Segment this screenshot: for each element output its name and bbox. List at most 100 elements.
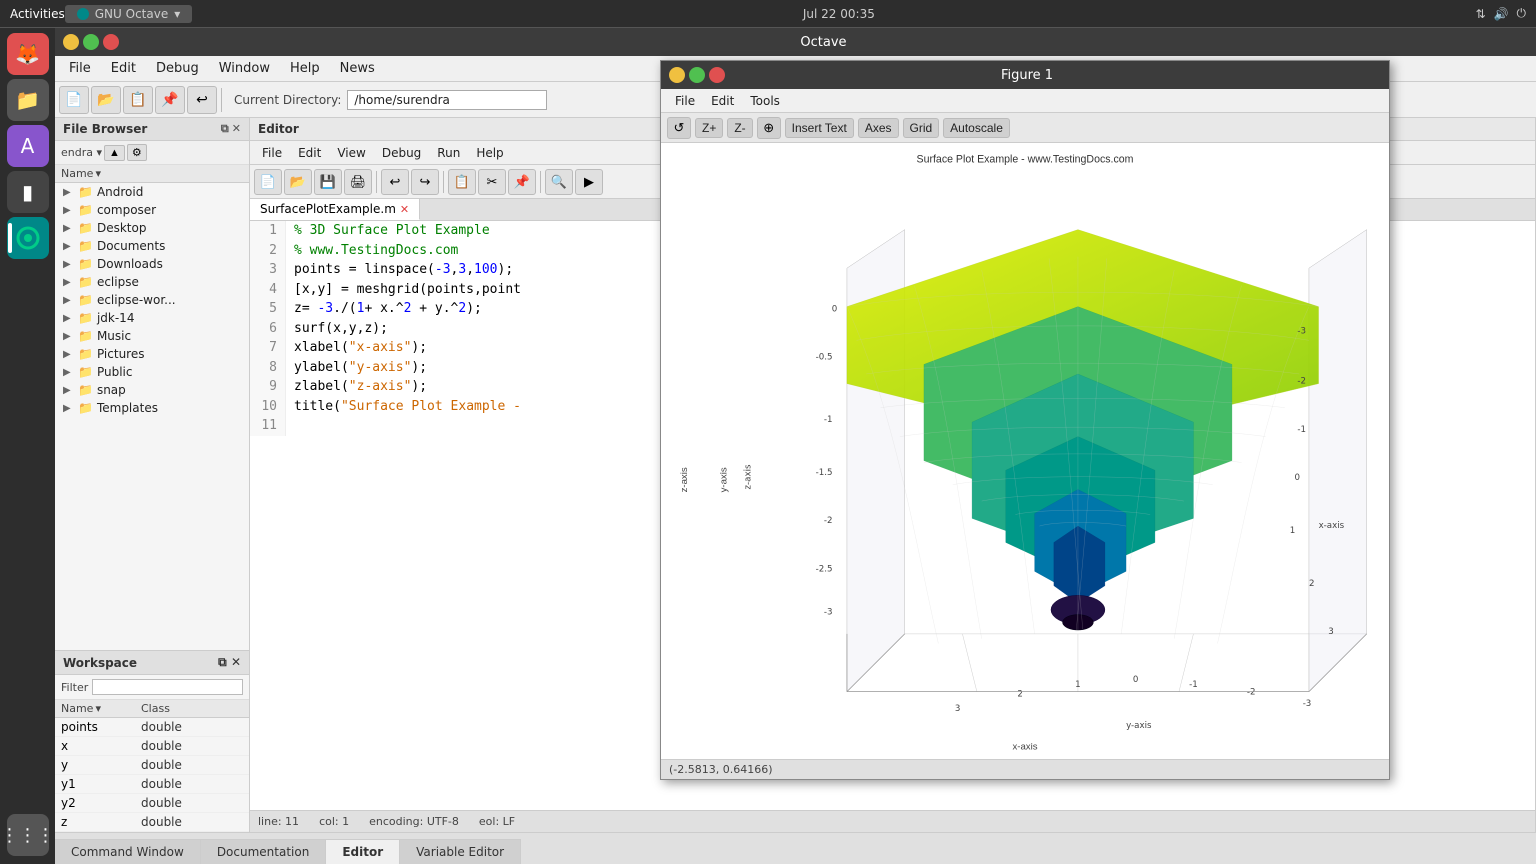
file-item-pictures[interactable]: ▶📁Pictures	[55, 345, 249, 363]
tab-command-window[interactable]: Command Window	[55, 839, 201, 864]
editor-new-btn[interactable]: 📄	[254, 169, 282, 195]
figure-menu-edit[interactable]: Edit	[705, 92, 740, 110]
figure-minimize-btn[interactable]	[669, 67, 685, 83]
ws-row-x[interactable]: xdouble	[55, 737, 249, 756]
ws-filter-input[interactable]	[92, 679, 243, 695]
line-num-1: 1	[250, 221, 286, 241]
ws-row-z[interactable]: zdouble	[55, 813, 249, 832]
editor-copy-btn[interactable]: 📋	[448, 169, 476, 195]
svg-text:0: 0	[832, 304, 838, 314]
editor-sep1	[376, 171, 377, 193]
tray-sound[interactable]: 🔊	[1494, 7, 1509, 21]
file-item-downloads[interactable]: ▶📁Downloads	[55, 255, 249, 273]
figure-zoom-in-btn[interactable]: Z+	[695, 118, 723, 138]
editor-run-file-btn[interactable]: ▶	[575, 169, 603, 195]
svg-text:3: 3	[955, 704, 961, 714]
figure-menu-tools[interactable]: Tools	[744, 92, 786, 110]
svg-text:-1.5: -1.5	[816, 468, 833, 478]
file-item-jdk14[interactable]: ▶📁jdk-14	[55, 309, 249, 327]
dock-apps-button[interactable]: ⋮⋮⋮	[7, 814, 49, 856]
menu-help[interactable]: Help	[280, 59, 330, 78]
ws-row-y[interactable]: ydouble	[55, 756, 249, 775]
editor-paste-btn[interactable]: 📌	[508, 169, 536, 195]
ws-name-col[interactable]: Name ▾	[61, 702, 141, 715]
svg-text:-3: -3	[824, 608, 833, 618]
file-item-snap[interactable]: ▶📁snap	[55, 381, 249, 399]
ws-close-btn[interactable]: ✕	[231, 655, 241, 669]
editor-tab-surfaceplot[interactable]: SurfacePlotExample.m ✕	[250, 199, 420, 220]
workspace-panel: Workspace ⧉ ✕ Filter Name ▾	[55, 650, 249, 832]
menu-debug[interactable]: Debug	[146, 59, 209, 78]
editor-redo-btn[interactable]: ↪	[411, 169, 439, 195]
figure-zoom-out-btn[interactable]: Z-	[727, 118, 752, 138]
ws-undock-btn[interactable]: ⧉	[218, 655, 227, 669]
toolbar-undo[interactable]: ↩	[187, 86, 217, 114]
app-name-label: GNU Octave	[95, 7, 168, 21]
ws-row-points[interactable]: pointsdouble	[55, 718, 249, 737]
menu-edit[interactable]: Edit	[101, 59, 146, 78]
editor-menu-edit[interactable]: Edit	[290, 144, 329, 162]
editor-find-btn[interactable]: 🔍	[545, 169, 573, 195]
figure-grid-btn[interactable]: Grid	[903, 118, 940, 138]
fb-sync-btn[interactable]: ⚙	[127, 144, 147, 161]
tab-documentation[interactable]: Documentation	[201, 839, 327, 864]
editor-cut-btn[interactable]: ✂	[478, 169, 506, 195]
dock-octave[interactable]	[7, 217, 49, 259]
ws-row-y2[interactable]: y2double	[55, 794, 249, 813]
menu-file[interactable]: File	[59, 59, 101, 78]
dock-terminal[interactable]: ▮	[7, 171, 49, 213]
dock-firefox[interactable]: 🦊	[7, 33, 49, 75]
figure-rotate-btn[interactable]: ↺	[667, 117, 691, 139]
figure-menu-file[interactable]: File	[669, 92, 701, 110]
fb-undock-btn[interactable]: ⧉	[221, 122, 229, 136]
editor-save-btn[interactable]: 💾	[314, 169, 342, 195]
menu-window[interactable]: Window	[209, 59, 280, 78]
file-item-eclipse[interactable]: ▶📁eclipse	[55, 273, 249, 291]
fb-name-col[interactable]: Name ▾	[61, 167, 243, 180]
ws-row-y1[interactable]: y1double	[55, 775, 249, 794]
editor-menu-run[interactable]: Run	[429, 144, 468, 162]
tray-power[interactable]: ⏻	[1516, 6, 1526, 21]
editor-print-btn[interactable]: 🖨	[344, 169, 372, 195]
figure-axes-btn[interactable]: Axes	[858, 118, 899, 138]
figure-autoscale-btn[interactable]: Autoscale	[943, 118, 1010, 138]
ws-class-col[interactable]: Class	[141, 702, 243, 715]
activities-button[interactable]: Activities	[10, 7, 65, 21]
editor-open-btn[interactable]: 📂	[284, 169, 312, 195]
editor-menu-file[interactable]: File	[254, 144, 290, 162]
maximize-button[interactable]	[83, 34, 99, 50]
editor-undo-btn[interactable]: ↩	[381, 169, 409, 195]
file-item-templates[interactable]: ▶📁Templates	[55, 399, 249, 417]
file-item-public[interactable]: ▶📁Public	[55, 363, 249, 381]
toolbar-paste[interactable]: 📌	[155, 86, 185, 114]
tab-editor[interactable]: Editor	[326, 839, 400, 864]
figure-pan-btn[interactable]: ⊕	[757, 117, 781, 139]
file-item-composer[interactable]: ▶📁composer	[55, 201, 249, 219]
dock-software[interactable]: A	[7, 125, 49, 167]
tray-network[interactable]: ⇅	[1475, 7, 1485, 21]
toolbar-open[interactable]: 📂	[91, 86, 121, 114]
editor-menu-help[interactable]: Help	[468, 144, 511, 162]
file-item-android[interactable]: ▶📁Android	[55, 183, 249, 201]
toolbar-copy[interactable]: 📋	[123, 86, 153, 114]
editor-menu-view[interactable]: View	[329, 144, 373, 162]
menu-news[interactable]: News	[330, 59, 385, 78]
minimize-button[interactable]	[63, 34, 79, 50]
editor-menu-debug[interactable]: Debug	[374, 144, 429, 162]
figure-insert-text-btn[interactable]: Insert Text	[785, 118, 854, 138]
file-item-eclipse-wor[interactable]: ▶📁eclipse-wor...	[55, 291, 249, 309]
figure-maximize-btn[interactable]	[689, 67, 705, 83]
app-name-button[interactable]: GNU Octave ▾	[65, 5, 193, 23]
fb-close-btn[interactable]: ✕	[232, 122, 241, 136]
file-item-music[interactable]: ▶📁Music	[55, 327, 249, 345]
figure-close-btn[interactable]	[709, 67, 725, 83]
fb-up-btn[interactable]: ▲	[104, 145, 125, 161]
tab-variable-editor[interactable]: Variable Editor	[400, 839, 521, 864]
close-button[interactable]	[103, 34, 119, 50]
tab-close-btn[interactable]: ✕	[400, 203, 409, 216]
file-browser-cols: Name ▾	[55, 165, 249, 183]
file-item-desktop[interactable]: ▶📁Desktop	[55, 219, 249, 237]
dock-files[interactable]: 📁	[7, 79, 49, 121]
file-item-documents[interactable]: ▶📁Documents	[55, 237, 249, 255]
toolbar-new[interactable]: 📄	[59, 86, 89, 114]
